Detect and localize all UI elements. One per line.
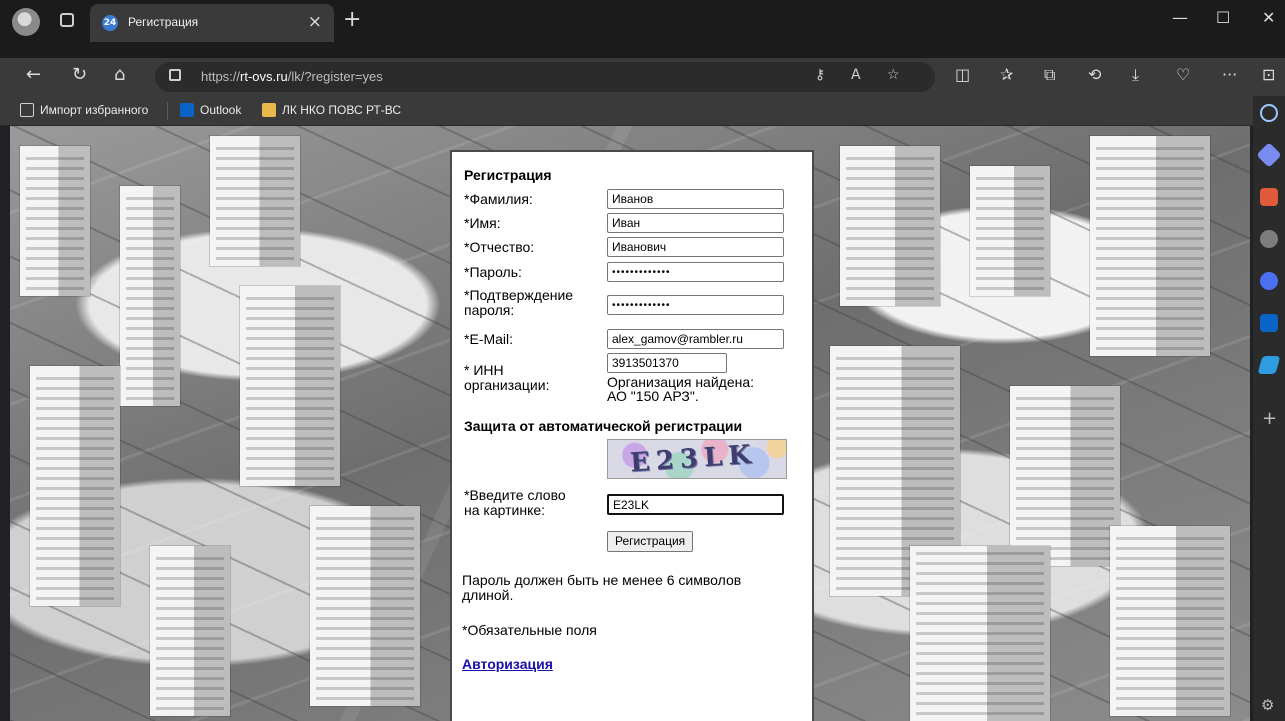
first-name-input[interactable] [607,213,784,233]
tab-actions-icon[interactable] [60,13,74,27]
browser-window: 24 Регистрация × + — ☐ ✕ ← ↻ ⌂ https://r… [0,0,1285,721]
read-aloud-icon[interactable]: A [851,67,861,83]
import-icon [20,103,34,117]
password-label: *Пароль: [464,264,522,280]
background-building [210,136,300,266]
download-icon[interactable]: ⤓ [1132,65,1139,85]
new-tab-button[interactable]: + [343,7,361,32]
first-name-label: *Имя: [464,215,501,231]
password-input[interactable] [607,262,784,282]
home-button[interactable]: ⌂ [114,64,125,85]
tab-title: Регистрация [128,15,199,29]
captcha-section-title: Защита от автоматической регистрации [464,418,743,434]
favorite-import[interactable]: Импорт избранного [20,103,148,117]
url-text[interactable]: https://rt-ovs.ru/lk/?register=yes [201,69,383,84]
telegram-icon[interactable] [1257,356,1281,374]
background-building [910,546,1050,721]
inn-label: * ИНН организации: [464,362,550,393]
profile-avatar[interactable] [12,8,40,36]
captcha-image: E23LK [607,439,787,479]
games-icon[interactable] [1260,230,1278,248]
confirm-password-input[interactable] [607,295,784,315]
password-length-note: Пароль должен быть не менее 6 символов д… [462,572,742,603]
page-viewport: Регистрация *Фамилия: *Имя: *Отчество: *… [10,126,1250,721]
shopping-icon[interactable] [1256,142,1282,168]
email-input[interactable] [607,329,784,349]
background-building [840,146,940,306]
inn-input[interactable] [607,353,727,373]
back-button[interactable]: ← [26,64,41,85]
split-screen-icon[interactable]: ◫ [955,65,970,84]
confirm-password-label: *Подтверждение пароля: [464,287,574,318]
background-building [240,286,340,486]
settings-gear-icon[interactable]: ⚙ [1261,696,1274,714]
last-name-label: *Фамилия: [464,191,533,207]
outlook-icon [180,103,194,117]
search-icon[interactable] [1260,104,1278,122]
background-building [1090,136,1210,356]
middle-name-input[interactable] [607,237,784,257]
close-tab-icon[interactable]: × [308,12,322,32]
sidebar-toggle-icon[interactable]: ⊡ [1262,65,1275,84]
background-building [120,186,180,406]
close-window-button[interactable]: ✕ [1262,8,1275,27]
maximize-button[interactable]: ☐ [1216,8,1230,27]
tab-strip: 24 Регистрация × + — ☐ ✕ [0,0,1285,58]
address-bar[interactable]: https://rt-ovs.ru/lk/?register=yes ⚷ A ☆ [155,62,935,92]
organization-found-text: Организация найдена: АО "150 АРЗ". [607,374,755,404]
reload-button[interactable]: ↻ [72,64,87,85]
tab-registration[interactable]: 24 Регистрация × [90,4,334,42]
middle-name-label: *Отчество: [464,239,535,255]
favorites-bar: Импорт избранного Outlook ЛК НКО ПОВС РТ… [0,96,1285,126]
authorization-link[interactable]: Авторизация [462,656,553,672]
background-building [970,166,1050,296]
required-fields-note: *Обязательные поля [462,622,597,638]
background-building [150,546,230,716]
background-building [1110,526,1230,716]
form-title: Регистрация [464,167,552,183]
favorite-folder-lk[interactable]: ЛК НКО ПОВС РТ-ВС [262,103,401,117]
collections-icon[interactable]: ⧉ [1044,65,1055,85]
background-building [310,506,420,706]
registration-form: Регистрация *Фамилия: *Имя: *Отчество: *… [450,150,814,721]
background-building [20,146,90,296]
office-icon[interactable] [1260,272,1278,290]
email-label: *E-Mail: [464,331,514,347]
captcha-label: *Введите слово на картинке: [464,487,566,518]
tools-icon[interactable] [1260,188,1278,206]
outlook-sidebar-icon[interactable] [1260,314,1278,332]
captcha-input[interactable] [607,494,784,515]
lock-icon[interactable] [169,69,181,81]
favicon-badge: 24 [102,15,118,31]
register-button[interactable]: Регистрация [607,531,694,552]
background-building [1010,386,1120,566]
last-name-input[interactable] [607,189,784,209]
add-sidebar-app-icon[interactable]: + [1262,408,1277,429]
folder-icon [262,103,276,117]
captcha-image-text: E23LK [629,439,758,479]
favorite-star-icon[interactable]: ☆ [887,67,900,83]
performance-icon[interactable]: ♡ [1176,65,1190,84]
background-building [30,366,120,606]
favorites-separator [167,102,168,120]
key-icon[interactable]: ⚷ [815,67,825,83]
favorites-icon[interactable]: ✰ [1000,65,1013,84]
history-icon[interactable]: ⟲ [1088,65,1101,84]
edge-sidebar: + ⚙ [1253,96,1285,721]
minimize-button[interactable]: — [1172,8,1188,27]
navigation-bar: ← ↻ ⌂ https://rt-ovs.ru/lk/?register=yes… [0,58,1285,96]
more-menu-button[interactable]: ··· [1222,65,1237,84]
favorite-outlook[interactable]: Outlook [180,103,241,117]
